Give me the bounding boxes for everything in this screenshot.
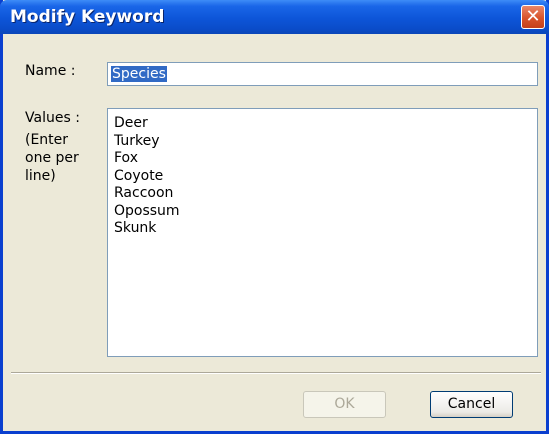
values-hint-line1: (Enter <box>25 132 69 148</box>
value-line: Turkey <box>114 132 160 149</box>
title-bar[interactable]: Modify Keyword ✕ <box>0 0 549 34</box>
values-label: Values : <box>25 110 80 126</box>
value-line: Raccoon <box>114 185 174 201</box>
value-line: Skunk <box>114 220 157 236</box>
value-line: Deer <box>114 115 148 131</box>
values-textarea[interactable]: Deer Turkey Fox Coyote Raccoon Opossum S… <box>107 108 538 357</box>
value-line: Fox <box>114 150 138 166</box>
cancel-button[interactable]: Cancel <box>430 391 513 418</box>
modify-keyword-dialog: Modify Keyword ✕ Name : Species Values :… <box>0 0 549 434</box>
dialog-title: Modify Keyword <box>10 7 165 27</box>
value-line: Coyote <box>114 167 164 184</box>
name-input[interactable]: Species <box>107 62 538 86</box>
close-icon: ✕ <box>525 6 541 27</box>
value-line: Opossum <box>114 202 180 219</box>
name-input-value: Species <box>111 66 167 82</box>
values-hint-line3: line) <box>25 168 56 184</box>
close-button[interactable]: ✕ <box>521 5 545 29</box>
separator <box>11 372 541 374</box>
values-hint-line2: one per <box>25 150 79 166</box>
name-label: Name : <box>25 63 76 79</box>
ok-button[interactable]: OK <box>303 391 386 418</box>
